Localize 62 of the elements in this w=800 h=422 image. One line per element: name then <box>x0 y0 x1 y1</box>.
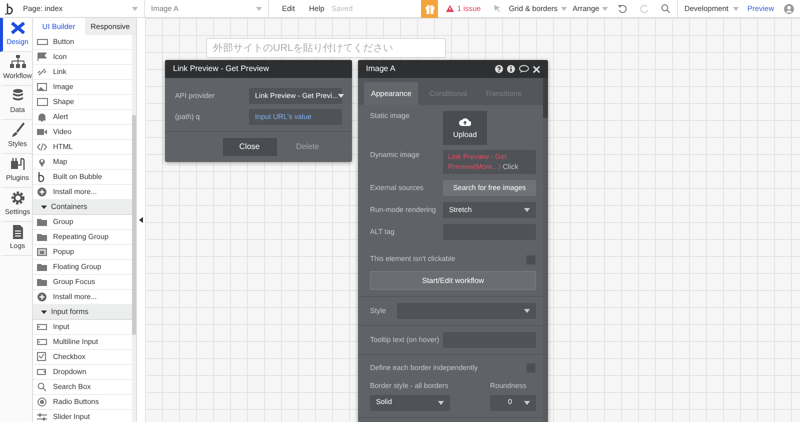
caret-icon <box>524 400 530 405</box>
input-icon <box>37 337 48 347</box>
plug-icon <box>8 156 26 172</box>
folder-icon <box>37 217 48 227</box>
popup-title: Link Preview - Get Preview <box>173 63 270 75</box>
caret-icon <box>256 6 262 10</box>
tools-icon <box>8 20 26 36</box>
caret-icon <box>41 204 47 210</box>
panel-title: Image A <box>366 63 396 75</box>
plus-circle-icon <box>37 187 48 197</box>
video-icon <box>37 127 48 137</box>
close-icon[interactable] <box>533 66 540 72</box>
dropdown-icon <box>37 367 48 377</box>
cursor-icon[interactable] <box>494 5 501 12</box>
input-icon <box>37 322 48 332</box>
caret-icon <box>733 6 740 10</box>
style-dropdown[interactable] <box>397 303 536 320</box>
undo-icon[interactable] <box>618 4 628 13</box>
disabled-button: Delete <box>280 138 334 156</box>
settings-icon <box>8 190 26 206</box>
caret-icon <box>338 94 344 98</box>
comment-icon[interactable] <box>519 65 529 73</box>
image-icon <box>37 82 48 92</box>
rectangle-icon <box>37 37 48 47</box>
square-icon <box>37 97 48 107</box>
gift-icon <box>424 4 435 14</box>
cloud-upload-icon <box>459 116 471 126</box>
collapse-icon[interactable] <box>139 217 143 223</box>
folder-icon <box>37 262 48 272</box>
gift-button[interactable] <box>421 0 438 18</box>
radio-icon <box>37 397 48 407</box>
redo-icon[interactable] <box>640 4 650 13</box>
search-icon[interactable] <box>661 4 670 13</box>
caret-icon <box>524 309 530 314</box>
checkbox-icon <box>37 352 48 362</box>
avatar-icon[interactable] <box>784 4 794 14</box>
caret-icon <box>602 6 608 10</box>
hierarchy-icon <box>8 54 26 70</box>
slider-icon <box>37 412 48 422</box>
search-icon <box>37 382 48 392</box>
link-icon <box>37 67 48 77</box>
help-icon[interactable] <box>495 65 503 73</box>
info-icon[interactable] <box>507 65 515 73</box>
close-button[interactable]: Close <box>222 138 276 156</box>
pin-icon <box>37 157 48 167</box>
warning-icon <box>446 5 454 12</box>
caret-icon <box>524 208 530 212</box>
window-icon <box>37 247 48 257</box>
flag-icon <box>37 52 48 62</box>
url-input-field[interactable]: 外部サイトのURLを貼り付けてください <box>206 38 446 58</box>
caret-icon <box>41 309 47 315</box>
code-icon <box>37 142 48 152</box>
folder-icon <box>37 277 48 287</box>
caret-icon <box>438 400 444 405</box>
logo-icon <box>5 2 14 14</box>
caret-icon <box>132 6 138 10</box>
caret-icon <box>560 6 567 10</box>
scrollbar-thumb[interactable] <box>132 115 136 335</box>
bell-icon <box>37 112 48 122</box>
plus-circle-icon <box>37 292 48 302</box>
folder-icon <box>37 232 48 242</box>
scrollbar-thumb[interactable] <box>543 78 548 118</box>
